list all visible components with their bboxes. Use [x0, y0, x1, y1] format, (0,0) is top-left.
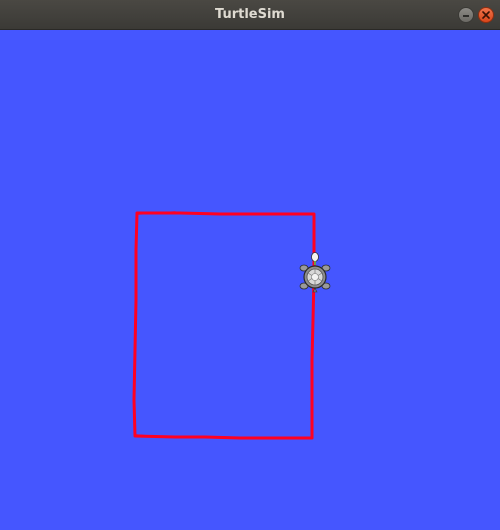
pen-trail [132, 211, 316, 440]
pen-trail-overdraw [135, 211, 206, 438]
turtle-icon[interactable] [299, 252, 331, 293]
pen-trail-path [132, 211, 316, 440]
title-bar[interactable]: TurtleSim [0, 0, 500, 30]
window-title: TurtleSim [215, 7, 285, 22]
close-icon [482, 11, 490, 19]
drawing-surface [132, 211, 331, 440]
minimize-icon [463, 15, 469, 17]
close-button[interactable] [478, 7, 494, 23]
turtle-canvas[interactable] [0, 30, 500, 530]
turtlesim-window: TurtleSim [0, 0, 500, 530]
minimize-button[interactable] [458, 7, 474, 23]
